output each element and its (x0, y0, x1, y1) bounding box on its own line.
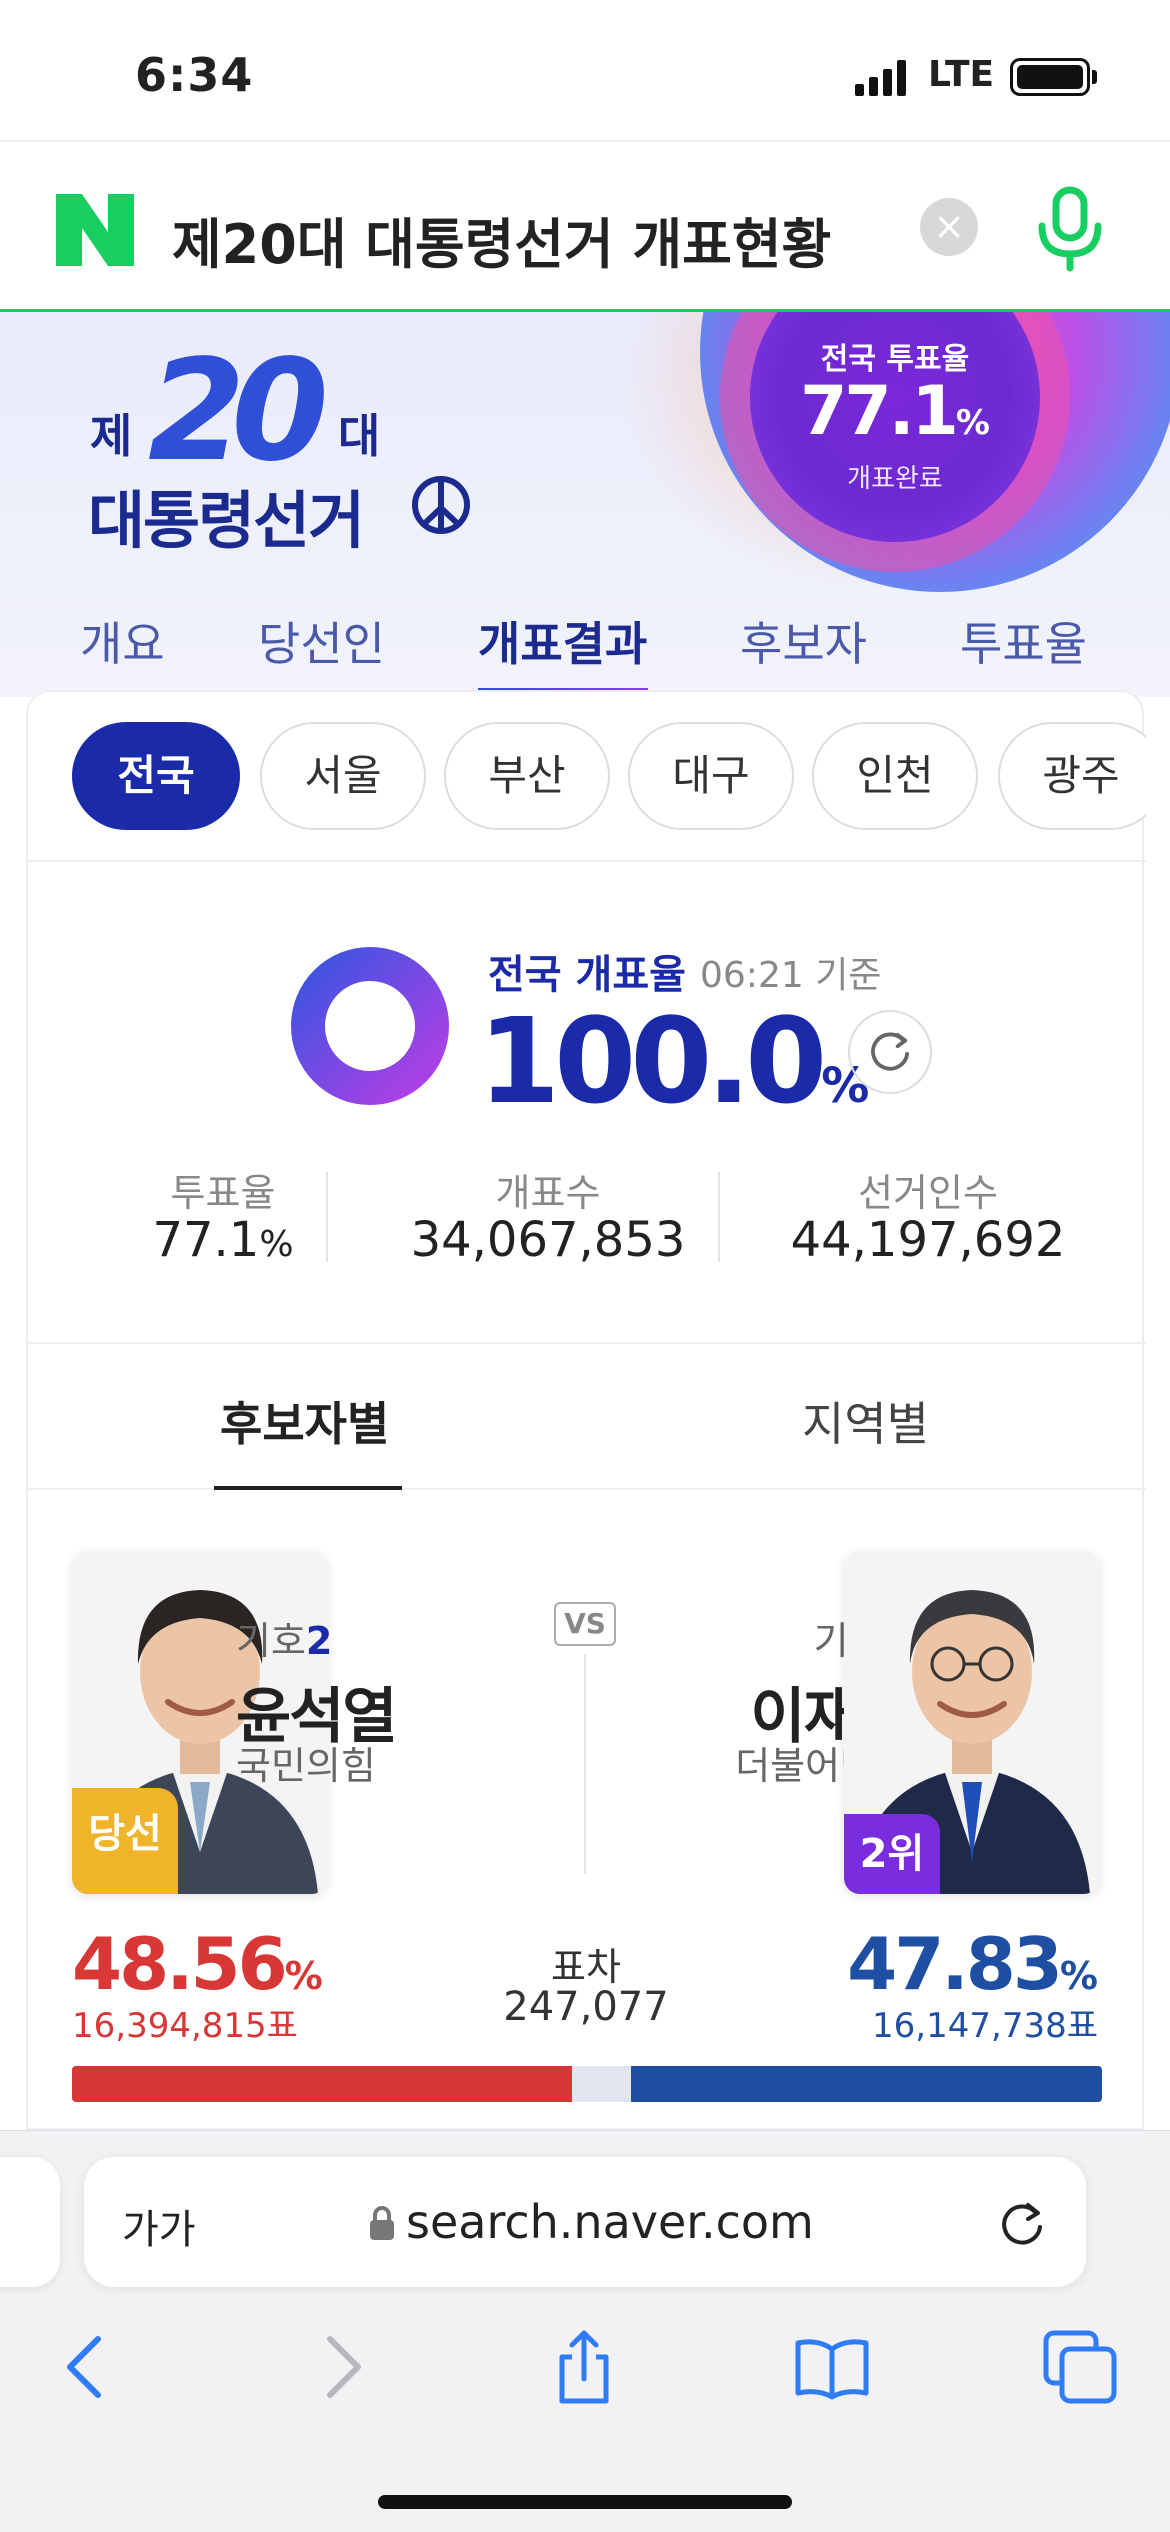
rank-badge: 2위 (844, 1814, 940, 1894)
stat-turnout-label: 투표율 (170, 1171, 276, 1215)
tab-winner[interactable]: 당선인 (258, 608, 385, 674)
election-logo-title: 대통령선거 (88, 484, 365, 557)
region-chip-seoul[interactable]: 서울 (260, 722, 426, 830)
naver-logo-icon[interactable] (56, 194, 134, 266)
previous-tab-preview[interactable] (0, 2157, 60, 2287)
candidate-votes-right: 16,147,738표 (872, 2006, 1098, 2046)
share-icon[interactable] (544, 2327, 624, 2407)
region-chip-daegu[interactable]: 대구 (628, 722, 794, 830)
stat-divider (326, 1172, 328, 1262)
stat-counted-label: 개표수 (495, 1171, 601, 1215)
battery-cap (1092, 70, 1097, 84)
forward-icon[interactable] (300, 2327, 380, 2407)
active-sub-tab-indicator (214, 1486, 402, 1490)
election-logo-prefix: 제 (90, 409, 133, 463)
candidate-votes-left: 16,394,815표 (72, 2006, 298, 2046)
tab-overview[interactable]: 개요 (80, 608, 165, 674)
results-card: 전국 서울 부산 대구 인천 광주 전국 개표율 06:21 기준 100.0%… (26, 690, 1146, 2130)
vote-share-right (631, 2066, 1102, 2102)
candidate-pct-right: 47.83% (847, 1922, 1098, 2006)
tab-by-candidate[interactable]: 후보자별 (220, 1388, 389, 1454)
network-type: LTE (928, 54, 995, 95)
result-sub-tabs: 후보자별 지역별 (28, 1342, 1146, 1490)
count-progress-donut (291, 947, 449, 1105)
tab-by-region[interactable]: 지역별 (802, 1388, 929, 1454)
tab-candidates[interactable]: 후보자 (740, 608, 867, 674)
winner-badge: 당선 (72, 1788, 178, 1894)
count-value: 100.0% (478, 992, 870, 1130)
status-bar: 6:34 LTE (0, 0, 1170, 140)
address-bar[interactable]: 가가 search.naver.com (84, 2157, 1086, 2287)
bookmarks-icon[interactable] (792, 2327, 872, 2407)
region-filter: 전국 서울 부산 대구 인천 광주 (28, 692, 1146, 862)
vote-margin-label: 표차 (551, 1945, 621, 1989)
clear-search-button[interactable]: × (920, 198, 978, 256)
candidate-pct-left: 48.56% (72, 1922, 323, 2006)
url-text[interactable]: search.naver.com (406, 2195, 814, 2249)
count-time: 06:21 기준 (700, 955, 882, 996)
stat-divider (718, 1172, 720, 1262)
region-chip-nationwide[interactable]: 전국 (72, 722, 240, 830)
vs-label: VS (554, 1602, 616, 1646)
tabs-icon[interactable] (1040, 2327, 1120, 2407)
stat-counted-value: 34,067,853 (410, 1212, 686, 1268)
candidate-number-left: 기호2 (236, 1619, 333, 1663)
page-settings-button[interactable]: 가가 (122, 2197, 196, 2255)
candidate-photo-right[interactable]: 2위 (844, 1552, 1100, 1894)
ballot-stamp-icon (412, 476, 470, 534)
candidate-party-left: 국민의힘 (236, 1744, 376, 1788)
refresh-button[interactable] (848, 1010, 932, 1094)
search-input[interactable]: 제20대 대통령선거 개표현황 (172, 200, 831, 279)
vote-share-bar (72, 2066, 1102, 2102)
section-tabs: 개요 당선인 개표결과 후보자 투표율 (0, 582, 1170, 697)
vs-divider (584, 1654, 586, 1874)
status-time: 6:34 (135, 48, 254, 102)
tab-turnout[interactable]: 투표율 (960, 608, 1087, 674)
cellular-signal-icon (855, 60, 906, 96)
region-chip-incheon[interactable]: 인천 (812, 722, 978, 830)
turnout-value: 77.1% (800, 372, 990, 451)
election-banner: 전국 투표율 77.1% 개표완료 제 20 대 대통령선거 개요 당선인 개표… (0, 312, 1170, 697)
lock-icon (370, 2206, 394, 2240)
tab-results[interactable]: 개표결과 (478, 608, 647, 674)
back-icon[interactable] (48, 2327, 128, 2407)
home-indicator (378, 2495, 792, 2509)
region-chip-gwangju[interactable]: 광주 (998, 722, 1146, 830)
browser-toolbar: 가가 search.naver.com (0, 2130, 1170, 2532)
region-chip-busan[interactable]: 부산 (444, 722, 610, 830)
battery-icon (1010, 58, 1090, 96)
stat-electorate-value: 44,197,692 (790, 1212, 1066, 1268)
search-bar: 제20대 대통령선거 개표현황 × (0, 140, 1170, 312)
vote-share-left (72, 2066, 572, 2102)
stat-turnout-value: 77.1% (152, 1212, 294, 1268)
election-logo-suffix: 대 (338, 409, 381, 463)
vote-margin-value: 247,077 (503, 1984, 669, 2030)
stat-electorate-label: 선거인수 (858, 1171, 998, 1215)
turnout-status: 개표완료 (847, 464, 943, 494)
microphone-icon[interactable] (1034, 186, 1106, 272)
election-logo-number: 20 (148, 330, 329, 493)
reload-icon[interactable] (994, 2195, 1050, 2251)
